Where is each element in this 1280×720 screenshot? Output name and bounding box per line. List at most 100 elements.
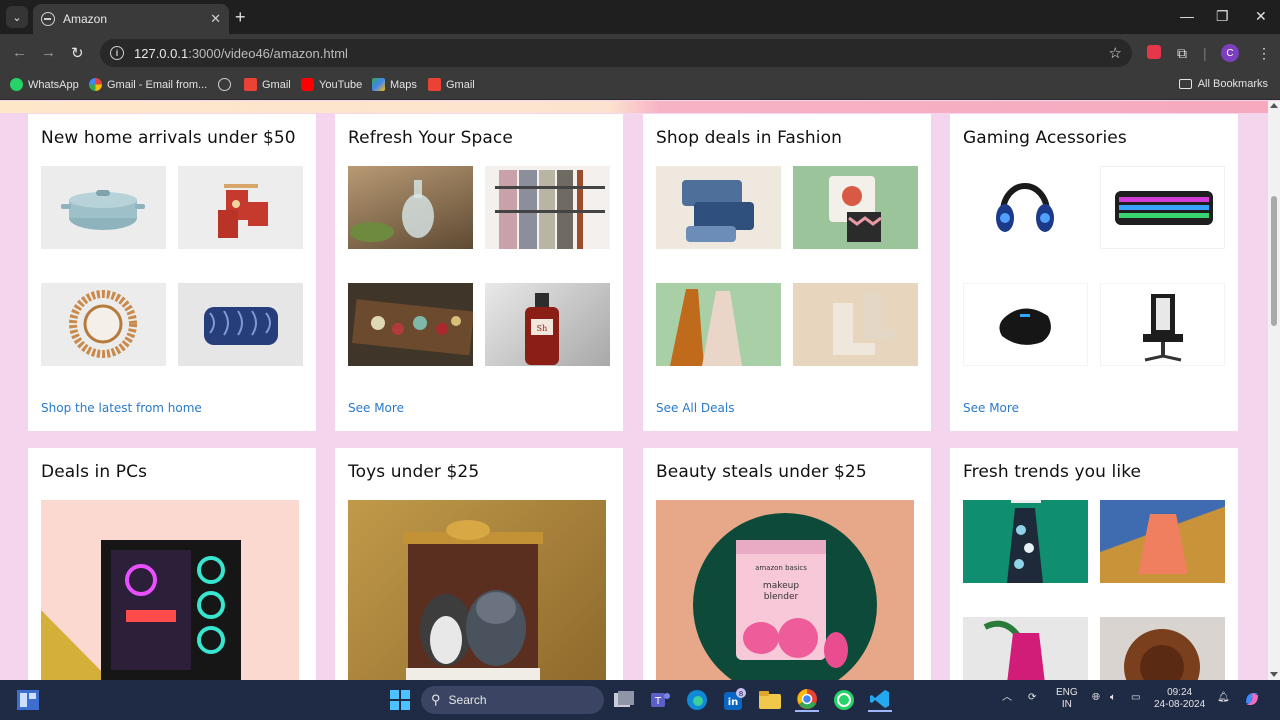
card-title: Deals in PCs <box>41 462 148 482</box>
card-title: Toys under $25 <box>348 462 480 482</box>
product-image-floral-dress[interactable] <box>963 500 1088 583</box>
scrollbar-thumb[interactable] <box>1271 196 1277 326</box>
svg-text:T: T <box>654 696 662 707</box>
linkedin-badge: 8 <box>739 690 743 698</box>
see-more-link[interactable]: See More <box>963 401 1019 415</box>
product-image-gaming-chair[interactable] <box>1100 283 1225 366</box>
product-image-rattan-mirror[interactable] <box>41 283 166 366</box>
pack-name-line2: blender <box>764 592 799 602</box>
browser-menu-icon[interactable]: ⋮ <box>1257 45 1271 62</box>
product-image-soap-bottle[interactable]: Sh <box>485 283 610 366</box>
bookmark-globe[interactable] <box>218 78 236 91</box>
bookmark-gmail-email[interactable]: Gmail - Email from... <box>89 78 207 91</box>
volume-icon[interactable]: 🔈︎ <box>1110 692 1116 704</box>
product-image-mouse[interactable] <box>963 283 1088 366</box>
language-indicator[interactable]: ENG IN <box>1056 687 1078 711</box>
chrome-icon[interactable] <box>795 688 819 712</box>
scroll-down-arrow-icon[interactable] <box>1270 672 1278 677</box>
taskbar-search-input[interactable]: ⚲ Search <box>421 686 604 714</box>
product-image-jeans[interactable] <box>656 166 781 249</box>
browser-tab-amazon[interactable]: Amazon ✕ <box>33 4 229 34</box>
product-image-graphic-tee[interactable] <box>793 166 918 249</box>
bookmark-star-icon[interactable]: ☆ <box>1109 44 1122 62</box>
file-explorer-icon[interactable] <box>758 688 782 712</box>
start-windows-icon[interactable] <box>388 688 412 712</box>
product-image-plush-toys[interactable] <box>348 500 606 680</box>
hero-banner-edge <box>0 101 1268 113</box>
network-globe-icon[interactable]: 🌐︎ <box>1092 692 1100 704</box>
widgets-icon[interactable] <box>16 688 40 712</box>
product-image-dutch-oven[interactable] <box>41 166 166 249</box>
sync-icon[interactable]: ⟳ <box>1028 692 1036 704</box>
product-image-gaming-pc[interactable] <box>41 500 299 680</box>
card-title: Refresh Your Space <box>348 128 513 148</box>
see-more-link[interactable]: See More <box>348 401 404 415</box>
bookmark-gmail[interactable]: Gmail <box>244 78 291 91</box>
product-image-boots[interactable] <box>793 283 918 366</box>
extensions-puzzle-icon[interactable]: ⧉ <box>1177 45 1187 62</box>
product-image-canisters[interactable] <box>178 166 303 249</box>
address-bar[interactable]: i 127.0.0.1:3000/video46/amazon.html ☆ <box>100 39 1132 67</box>
teams-icon[interactable]: T <box>648 688 672 712</box>
card-fresh-trends: Fresh trends you like <box>950 448 1238 680</box>
gmail-icon <box>428 78 441 91</box>
bookmark-whatsapp[interactable]: WhatsApp <box>10 78 79 91</box>
windows-taskbar: ⚲ Search T in 8 ︿ ⟳ ENG IN 🌐︎ 🔈︎ ▭ 09:24 24-… <box>0 680 1280 720</box>
card-fashion-deals: Shop deals in Fashion See All Deals <box>643 114 931 431</box>
maximize-icon[interactable]: ❐ <box>1216 8 1229 25</box>
copilot-icon[interactable] <box>1242 689 1262 713</box>
whatsapp-icon <box>10 78 23 91</box>
product-image-carafe-dining[interactable] <box>348 166 473 249</box>
clock[interactable]: 09:24 24-08-2024 <box>1154 687 1205 711</box>
page-viewport: New home arrivals under $50 Shop the lat… <box>0 101 1268 680</box>
product-image-coral-top[interactable] <box>1100 500 1225 583</box>
product-image-charcuterie[interactable] <box>348 283 473 366</box>
battery-icon[interactable]: ▭ <box>1131 692 1140 704</box>
search-icon: ⚲ <box>431 692 441 707</box>
product-image-keyboard[interactable] <box>1100 166 1225 249</box>
new-tab-plus-icon[interactable]: + <box>235 8 246 26</box>
all-bookmarks-button[interactable]: All Bookmarks <box>1178 78 1268 90</box>
scroll-up-arrow-icon[interactable] <box>1270 103 1278 108</box>
notification-bell-icon[interactable]: 🔔︎ <box>1217 692 1230 704</box>
page-scrollbar[interactable] <box>1268 101 1280 680</box>
tray-overflow-chevron-icon[interactable]: ︿ <box>1002 692 1012 704</box>
product-image-makeup-blender[interactable]: amazon basics makeup blender <box>656 500 914 680</box>
vscode-icon[interactable] <box>868 688 892 712</box>
pack-name-line1: makeup <box>763 581 799 591</box>
card-toys: Toys under $25 <box>335 448 623 680</box>
bookmark-youtube[interactable]: YouTube <box>301 78 362 91</box>
gmail-icon <box>244 78 257 91</box>
url-text[interactable]: 127.0.0.1:3000/video46/amazon.html <box>134 46 1109 61</box>
forward-arrow-icon[interactable]: → <box>41 44 56 61</box>
edge-icon[interactable] <box>685 688 709 712</box>
bookmark-maps[interactable]: Maps <box>372 78 417 91</box>
product-image-slip-dresses[interactable] <box>656 283 781 366</box>
see-all-deals-link[interactable]: See All Deals <box>656 401 734 415</box>
pocket-extension-icon[interactable] <box>1147 45 1161 59</box>
folder-icon <box>1178 79 1192 89</box>
product-image-fur-accessory[interactable] <box>1100 617 1225 680</box>
card-beauty-steals: Beauty steals under $25 amazon basics ma… <box>643 448 931 680</box>
shop-latest-home-link[interactable]: Shop the latest from home <box>41 401 202 415</box>
profile-avatar[interactable]: C <box>1221 44 1239 62</box>
product-image-headset[interactable] <box>963 166 1088 249</box>
google-icon <box>89 78 102 91</box>
product-image-magenta-blazer[interactable] <box>963 617 1088 680</box>
back-arrow-icon[interactable]: ← <box>12 44 27 61</box>
tab-search-dropdown-icon[interactable]: ⌄ <box>6 6 28 28</box>
card-title: Fresh trends you like <box>963 462 1142 482</box>
reload-icon[interactable]: ↻ <box>71 44 84 62</box>
window-close-icon[interactable]: ✕ <box>1255 8 1267 25</box>
site-info-icon[interactable]: i <box>110 46 124 60</box>
minimize-icon[interactable]: — <box>1180 8 1194 24</box>
product-image-pants-hanger[interactable] <box>485 166 610 249</box>
whatsapp-icon[interactable] <box>832 688 856 712</box>
linkedin-icon[interactable]: in 8 <box>722 688 746 712</box>
tab-title: Amazon <box>63 12 108 26</box>
card-title: Gaming Acessories <box>963 128 1127 148</box>
product-image-pillow[interactable] <box>178 283 303 366</box>
bookmark-gmail-2[interactable]: Gmail <box>428 78 475 91</box>
tab-close-icon[interactable]: ✕ <box>210 11 221 27</box>
task-view-icon[interactable] <box>612 688 636 712</box>
